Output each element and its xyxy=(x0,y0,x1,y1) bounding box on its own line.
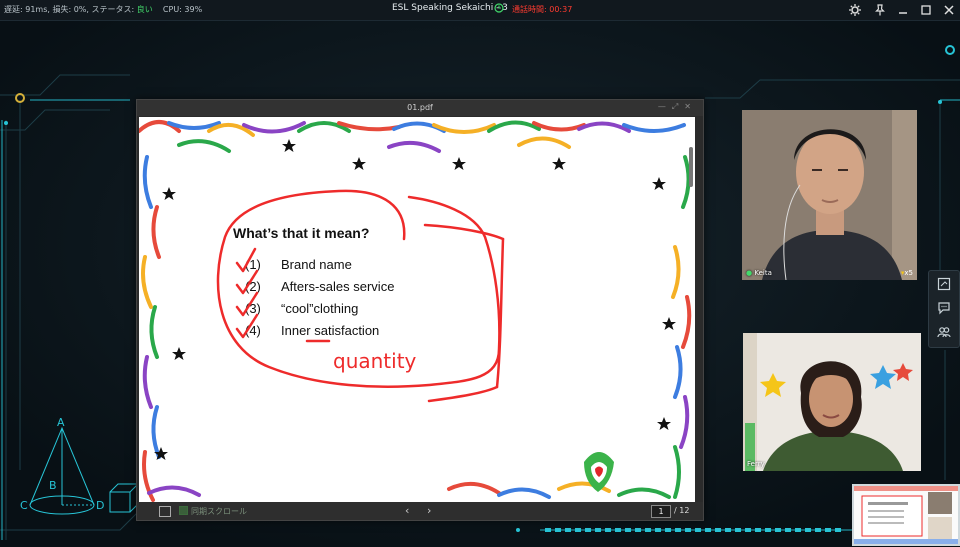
trophy-count-value: x5 xyxy=(904,269,913,277)
side-toolbar xyxy=(928,270,960,348)
connection-stats: 遅延: 91ms, 損失: 0%, ステータス: 良い CPU: 39% xyxy=(4,4,202,15)
call-timer: 通話時間: 00:37 xyxy=(512,5,573,14)
sync-scroll-label: 同期スクロール xyxy=(191,507,247,516)
participant-name-keita: ● Keita xyxy=(746,269,772,277)
video-tile-ferry[interactable]: Ferry xyxy=(743,333,921,471)
maximize-icon[interactable] xyxy=(919,3,933,17)
screen-thumbnail-preview[interactable] xyxy=(852,484,960,546)
item-number: (4) xyxy=(245,323,261,338)
slide-list-item-4: (4) Inner satisfaction xyxy=(245,323,379,338)
item-text: “cool”clothing xyxy=(281,301,359,316)
item-text: Afters-sales service xyxy=(281,279,395,294)
slide-list-item-2: (2) Afters-sales service xyxy=(245,279,394,294)
chat-icon[interactable] xyxy=(937,301,951,315)
thumbnails-toggle-icon[interactable] xyxy=(159,506,171,517)
page-number-input[interactable]: 1 xyxy=(651,505,671,518)
handwritten-word: quantity xyxy=(333,349,417,373)
geometry-label-d: D xyxy=(96,499,104,512)
pdf-viewer-window[interactable]: 01.pdf —⤢✕ What’s that it mean? (1) Bran… xyxy=(136,99,704,521)
top-status-bar: 遅延: 91ms, 損失: 0%, ステータス: 良い CPU: 39% ESL… xyxy=(0,0,960,21)
item-text: Brand name xyxy=(281,257,352,272)
pdf-window-controls[interactable]: —⤢✕ xyxy=(658,102,697,112)
video-tile-keita[interactable]: ● Keita ▾x5 xyxy=(742,110,917,280)
paperclip-border-art xyxy=(139,120,692,502)
item-number: (2) xyxy=(245,279,261,294)
geometry-label-a: A xyxy=(57,416,65,429)
participant-video-ferry xyxy=(743,333,921,471)
settings-gear-icon[interactable] xyxy=(848,3,862,17)
heart-eraser-icon xyxy=(584,452,614,492)
item-number: (3) xyxy=(245,301,261,316)
page-total: / 12 xyxy=(674,506,690,515)
stats-text: 遅延: 91ms, 損失: 0%, ステータス: xyxy=(4,5,135,14)
thumbnail-image xyxy=(854,486,958,544)
slide-heading: What’s that it mean? xyxy=(233,225,370,241)
participant-name: Keita xyxy=(754,269,772,277)
participants-icon[interactable] xyxy=(937,325,951,339)
checkbox-icon[interactable] xyxy=(179,506,188,515)
geometry-label-b: B xyxy=(49,479,57,492)
item-text: Inner satisfaction xyxy=(281,323,380,338)
cpu-usage: CPU: 39% xyxy=(162,5,203,14)
microphone-icon: ● xyxy=(746,269,753,277)
pdf-toolbar: 同期スクロール ‹ › 1 / 12 xyxy=(137,502,703,520)
participant-video-keita xyxy=(742,110,917,280)
participant-name-ferry: Ferry xyxy=(747,460,765,468)
pdf-scrollbar[interactable] xyxy=(689,147,693,187)
prev-page-icon[interactable]: ‹ xyxy=(405,504,409,517)
pdf-window-title: 01.pdf xyxy=(137,100,703,116)
close-icon[interactable] xyxy=(942,3,956,17)
pdf-slide[interactable]: What’s that it mean? (1) Brand name (2) Af… xyxy=(139,117,695,502)
item-number: (1) xyxy=(245,257,261,272)
trophy-count: ▾x5 xyxy=(901,269,913,277)
geometry-label-c: C xyxy=(20,499,28,512)
session-title: ESL Speaking Sekaichi - 3 xyxy=(392,3,508,13)
clock-icon xyxy=(494,3,504,13)
slide-list-item-1: (1) Brand name xyxy=(245,257,352,272)
minimize-icon[interactable] xyxy=(896,3,910,17)
sync-scroll-checkbox[interactable]: 同期スクロール xyxy=(179,506,247,517)
whiteboard-icon[interactable] xyxy=(937,277,951,291)
pin-icon[interactable] xyxy=(873,3,887,17)
slide-list-item-3: (3) “cool”clothing xyxy=(245,301,358,316)
next-page-icon[interactable]: › xyxy=(427,504,431,517)
status-good-label: 良い xyxy=(136,5,153,14)
